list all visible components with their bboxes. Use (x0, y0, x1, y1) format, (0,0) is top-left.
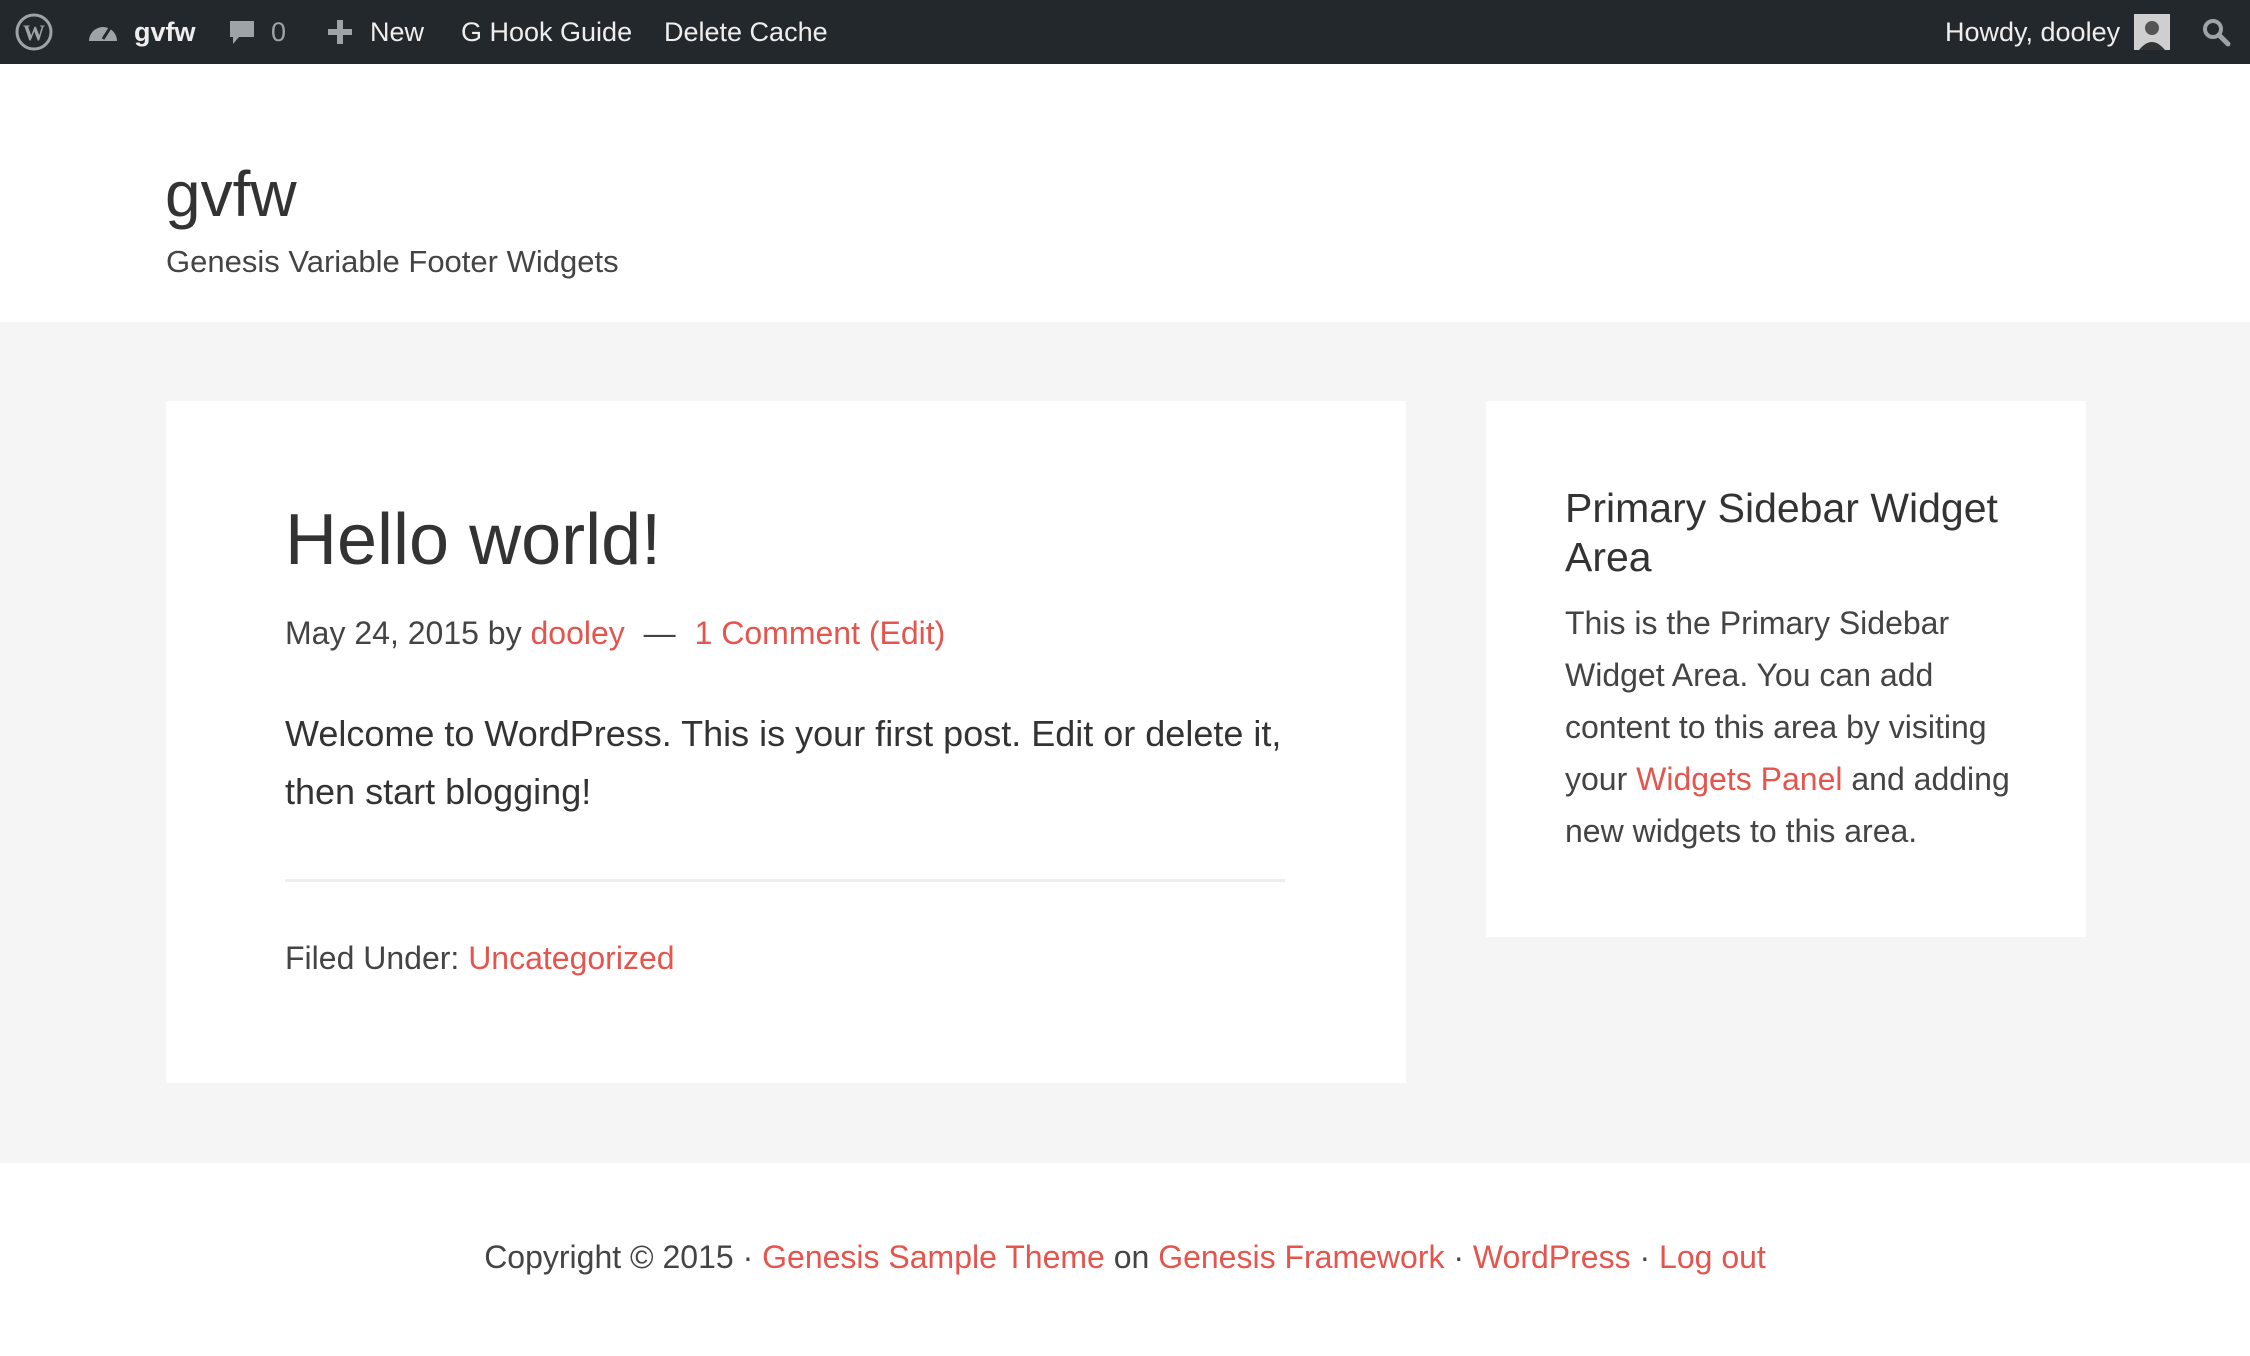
comments-menu[interactable]: 0 (227, 0, 286, 64)
comments-link[interactable]: 1 Comment (695, 615, 860, 651)
author-link[interactable]: dooley (530, 615, 624, 651)
post-categories: Filed Under: Uncategorized (285, 940, 675, 977)
by-label: by (487, 615, 522, 651)
new-label: New (370, 16, 425, 47)
genesis-framework-link[interactable]: Genesis Framework (1158, 1239, 1444, 1275)
site-footer: Copyright © 2015 · Genesis Sample Theme … (0, 1163, 2250, 1356)
post-article: Hello world! May 24, 2015 by dooley — 1 … (166, 401, 1406, 1083)
comment-icon (227, 17, 257, 47)
delete-cache-link[interactable]: Delete Cache (664, 0, 828, 64)
widget-text: This is the Primary Sidebar Widget Area.… (1565, 597, 2035, 857)
site-name-link[interactable]: gvfw (134, 17, 196, 48)
wordpress-logo-icon[interactable]: W (14, 0, 54, 64)
site-menu[interactable]: gvfw (86, 0, 196, 64)
copyright-text: Copyright © 2015 · (484, 1239, 754, 1275)
site-title[interactable]: gvfw (165, 162, 297, 226)
footer-credits: Copyright © 2015 · Genesis Sample Theme … (0, 1239, 2250, 1276)
post-date: May 24, 2015 (285, 615, 479, 651)
category-link[interactable]: Uncategorized (468, 940, 674, 976)
edit-link[interactable]: (Edit) (869, 615, 945, 651)
comments-count: 0 (271, 16, 287, 47)
account-menu[interactable]: Howdy, dooley (1945, 0, 2171, 64)
logout-link[interactable]: Log out (1659, 1239, 1766, 1275)
on-text: on (1113, 1239, 1150, 1275)
widgets-panel-link[interactable]: Widgets Panel (1636, 761, 1842, 797)
primary-sidebar: Primary Sidebar Widget Area This is the … (1486, 401, 2086, 937)
dashboard-icon (86, 17, 120, 47)
genesis-sample-theme-link[interactable]: Genesis Sample Theme (762, 1239, 1105, 1275)
hook-guide-link[interactable]: G Hook Guide (461, 0, 632, 64)
post-content: Welcome to WordPress. This is your first… (285, 713, 1282, 812)
widget-title: Primary Sidebar Widget Area (1565, 485, 1998, 580)
avatar (2134, 14, 2171, 50)
footer-dot: · (1639, 1239, 1651, 1275)
wordpress-link[interactable]: WordPress (1473, 1239, 1631, 1275)
footer-dot: · (1453, 1239, 1465, 1275)
site-description: Genesis Variable Footer Widgets (166, 244, 619, 279)
post-title: Hello world! (285, 500, 662, 580)
post-meta: May 24, 2015 by dooley — 1 Comment (Edit… (285, 615, 945, 652)
new-content-menu[interactable]: New (326, 0, 424, 64)
svg-text:W: W (23, 20, 45, 45)
plus-icon (326, 18, 354, 46)
admin-bar: W gvfw 0 New G Hook Guide Delete Cache H… (0, 0, 2250, 64)
search-icon[interactable] (2201, 0, 2231, 64)
howdy-label: Howdy, dooley (1945, 16, 2121, 47)
meta-separator: — (643, 615, 676, 651)
filed-under-label: Filed Under: (285, 940, 460, 976)
site-header: gvfw Genesis Variable Footer Widgets (0, 64, 2250, 322)
post-divider (285, 879, 1285, 882)
